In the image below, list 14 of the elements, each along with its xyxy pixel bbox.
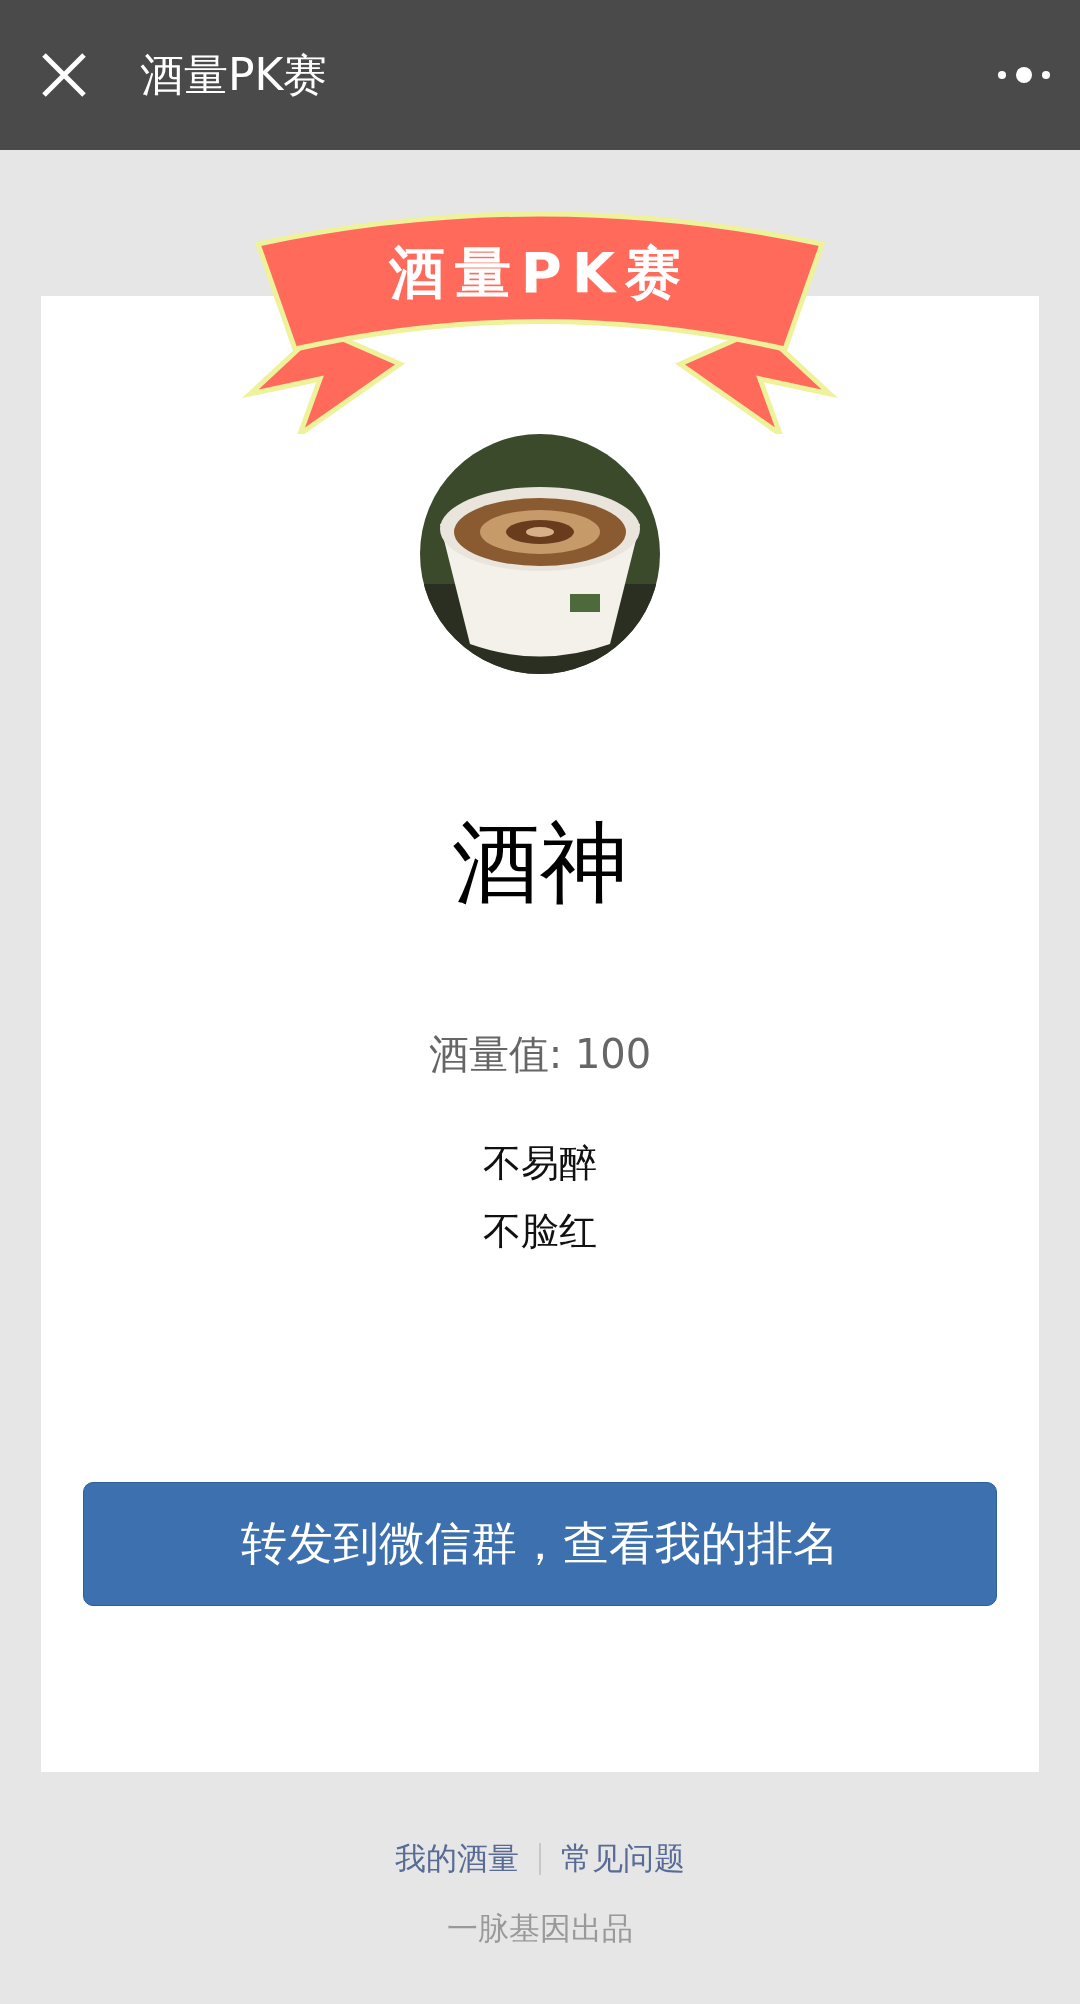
footer-link[interactable]: 常见问题 [561, 1838, 685, 1880]
share-button[interactable]: 转发到微信群，查看我的排名 [83, 1482, 997, 1606]
trait-text: 不脸红 [483, 1208, 597, 1255]
credit-text: 一脉基因出品 [447, 1909, 633, 1948]
footer-link[interactable]: 我的酒量 [395, 1838, 519, 1880]
rank-title: 酒神 [452, 819, 628, 907]
score-text: 酒量值: 100 [428, 1030, 652, 1079]
more-icon [996, 65, 1052, 85]
more-button[interactable] [996, 65, 1052, 85]
banner-title: 酒量PK赛 [388, 240, 692, 305]
trait-text: 不易醉 [483, 1140, 597, 1187]
close-icon [40, 51, 88, 99]
close-button[interactable] [40, 51, 88, 99]
page-title: 酒量PK赛 [140, 47, 329, 102]
